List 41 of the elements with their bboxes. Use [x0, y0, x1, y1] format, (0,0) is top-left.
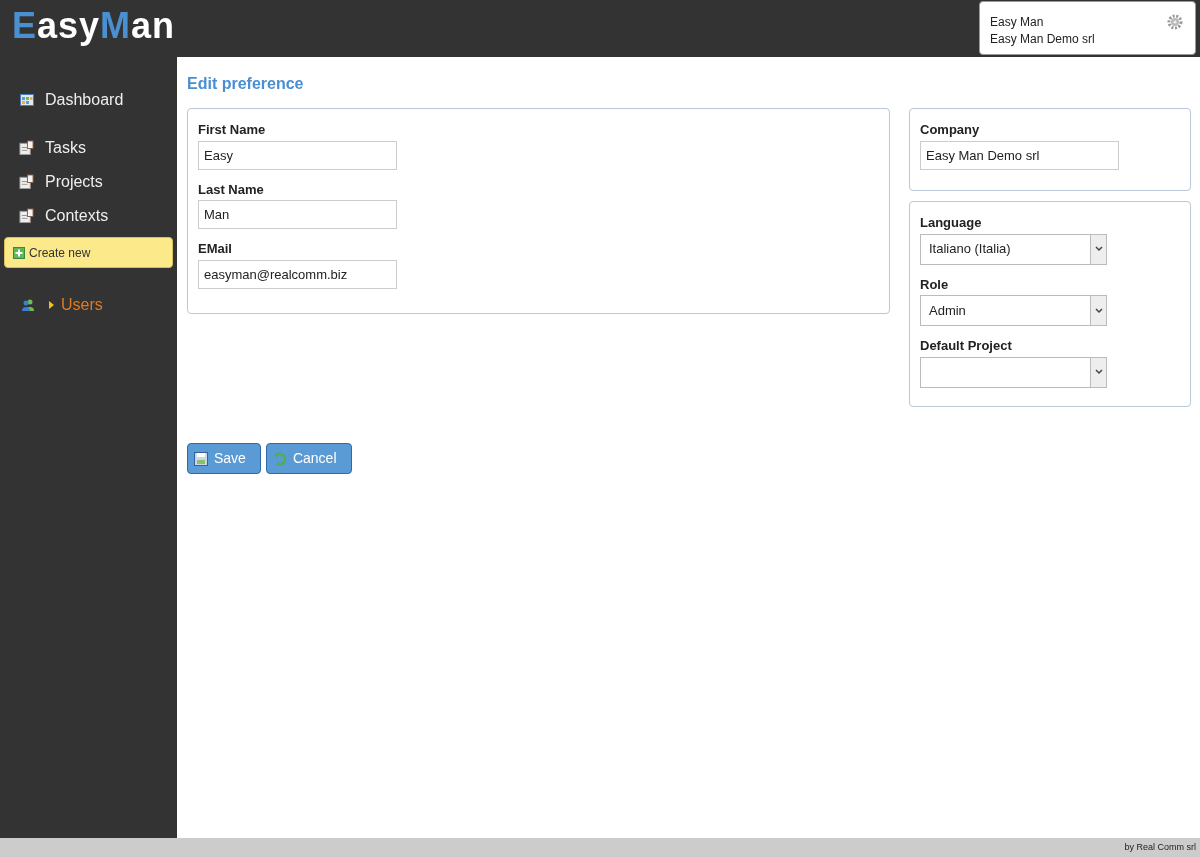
user-panel[interactable]: Easy Man Easy Man Demo srl — [979, 1, 1196, 55]
field-label: Role — [920, 275, 950, 294]
grid-icon — [19, 94, 34, 106]
nav-item[interactable]: Dashboard — [45, 88, 124, 112]
clipboard-icon — [19, 140, 34, 156]
field-label: Last Name — [198, 180, 265, 199]
logo-letters: an — [131, 5, 176, 46]
clipboard-icon — [19, 208, 34, 224]
field-label: Company — [920, 121, 981, 139]
field-label: Language — [920, 214, 983, 232]
nav-item[interactable]: Tasks — [45, 136, 86, 160]
logo-letters: asy — [37, 5, 101, 46]
logo-letters: M — [100, 5, 132, 46]
nav-item[interactable]: Users — [61, 293, 103, 317]
caret-icon — [1090, 357, 1106, 387]
text-field[interactable]: easyman@realcomm.biz — [198, 259, 397, 289]
field-label: First Name — [198, 121, 267, 139]
caret-icon — [1090, 296, 1106, 325]
settings-icon[interactable] — [1167, 14, 1183, 30]
user-name: Easy Man — [990, 14, 1045, 31]
field-label: Default Project — [920, 337, 1013, 355]
users-icon — [21, 299, 35, 311]
nav-item[interactable]: Projects — [45, 170, 103, 194]
undo-arrow-icon — [272, 451, 287, 466]
create-new-button[interactable]: Create new — [4, 237, 173, 268]
company-name: Easy Man Demo srl — [990, 31, 1095, 48]
text-field[interactable]: Man — [198, 200, 397, 229]
field-label: EMail — [198, 240, 233, 258]
plus-icon — [13, 246, 25, 259]
dropdown[interactable]: Italiano (Italia) — [920, 233, 1107, 265]
nav-item[interactable]: Contexts — [45, 204, 109, 228]
page-title: Edit preference — [187, 74, 305, 94]
dropdown[interactable]: Admin — [920, 295, 1107, 326]
text-field[interactable]: Easy Man Demo srl — [920, 140, 1119, 170]
clipboard-icon — [19, 174, 34, 190]
text-field[interactable]: Easy — [198, 140, 397, 170]
caret-icon[interactable] — [47, 301, 55, 309]
caret-icon — [1090, 234, 1106, 264]
dropdown[interactable] — [920, 356, 1107, 388]
logo-letters: E — [12, 5, 37, 46]
footer-credit: by Real Comm srl — [1124, 840, 1196, 854]
